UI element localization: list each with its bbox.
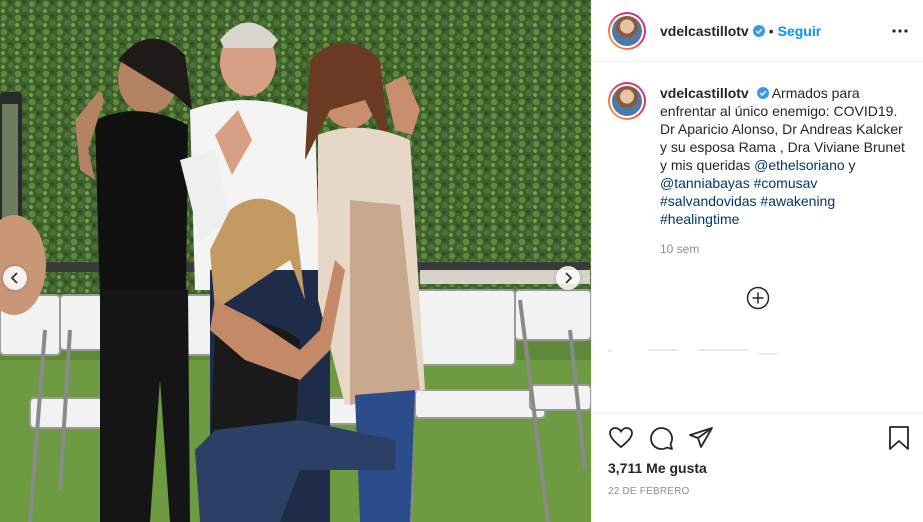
verified-badge-icon xyxy=(756,87,769,99)
post-date[interactable]: 22 DE FEBRERO xyxy=(608,486,690,497)
follow-button[interactable]: Seguir xyxy=(778,23,822,39)
verified-badge-icon xyxy=(752,24,765,37)
caption-username[interactable]: vdelcastillotv xyxy=(660,85,749,101)
caption-row: vdelcastillotv Armados para enfrentar al… xyxy=(608,82,908,228)
post-photo[interactable] xyxy=(0,0,591,522)
share-icon[interactable] xyxy=(688,425,714,451)
hashtag-link[interactable]: #salvandovidas xyxy=(660,193,757,209)
bookmark-icon[interactable] xyxy=(886,425,912,451)
next-photo-button[interactable] xyxy=(556,266,580,290)
hashtag-link[interactable]: #awakening xyxy=(760,193,835,209)
load-more-comments-icon[interactable] xyxy=(746,286,770,310)
caption-avatar[interactable] xyxy=(608,82,646,120)
hashtag-link[interactable]: #healingtime xyxy=(660,211,739,227)
likes-count[interactable]: 3,711 Me gusta xyxy=(608,460,707,476)
header-username[interactable]: vdelcastillotv xyxy=(660,23,749,39)
caption-text: vdelcastillotv Armados para enfrentar al… xyxy=(660,84,908,228)
comment-icon[interactable] xyxy=(648,425,674,451)
post-header: vdelcastillotv • Seguir xyxy=(592,0,923,62)
caption-body-2: y xyxy=(844,157,856,173)
chevron-right-icon xyxy=(565,272,573,284)
caption-section: vdelcastillotv Armados para enfrentar al… xyxy=(592,62,923,412)
chevron-left-icon xyxy=(10,272,18,284)
mention-link[interactable]: @tanniabayas xyxy=(660,175,750,191)
post-time-ago[interactable]: 10 sem xyxy=(660,242,908,256)
post-side-panel: vdelcastillotv • Seguir vdelcastillotv A… xyxy=(591,0,923,522)
hashtag-link[interactable]: #comusav xyxy=(754,175,818,191)
loading-placeholder xyxy=(608,349,778,355)
previous-photo-button[interactable] xyxy=(3,266,27,290)
more-options-icon[interactable] xyxy=(891,22,909,40)
avatar[interactable] xyxy=(608,11,646,50)
post-actions: 3,711 Me gusta 22 DE FEBRERO xyxy=(592,412,923,522)
action-icons xyxy=(608,425,912,451)
heart-icon[interactable] xyxy=(608,425,634,451)
separator: • xyxy=(768,22,774,39)
photo-scene xyxy=(0,0,591,522)
mention-link[interactable]: @ethelsoriano xyxy=(754,157,845,173)
